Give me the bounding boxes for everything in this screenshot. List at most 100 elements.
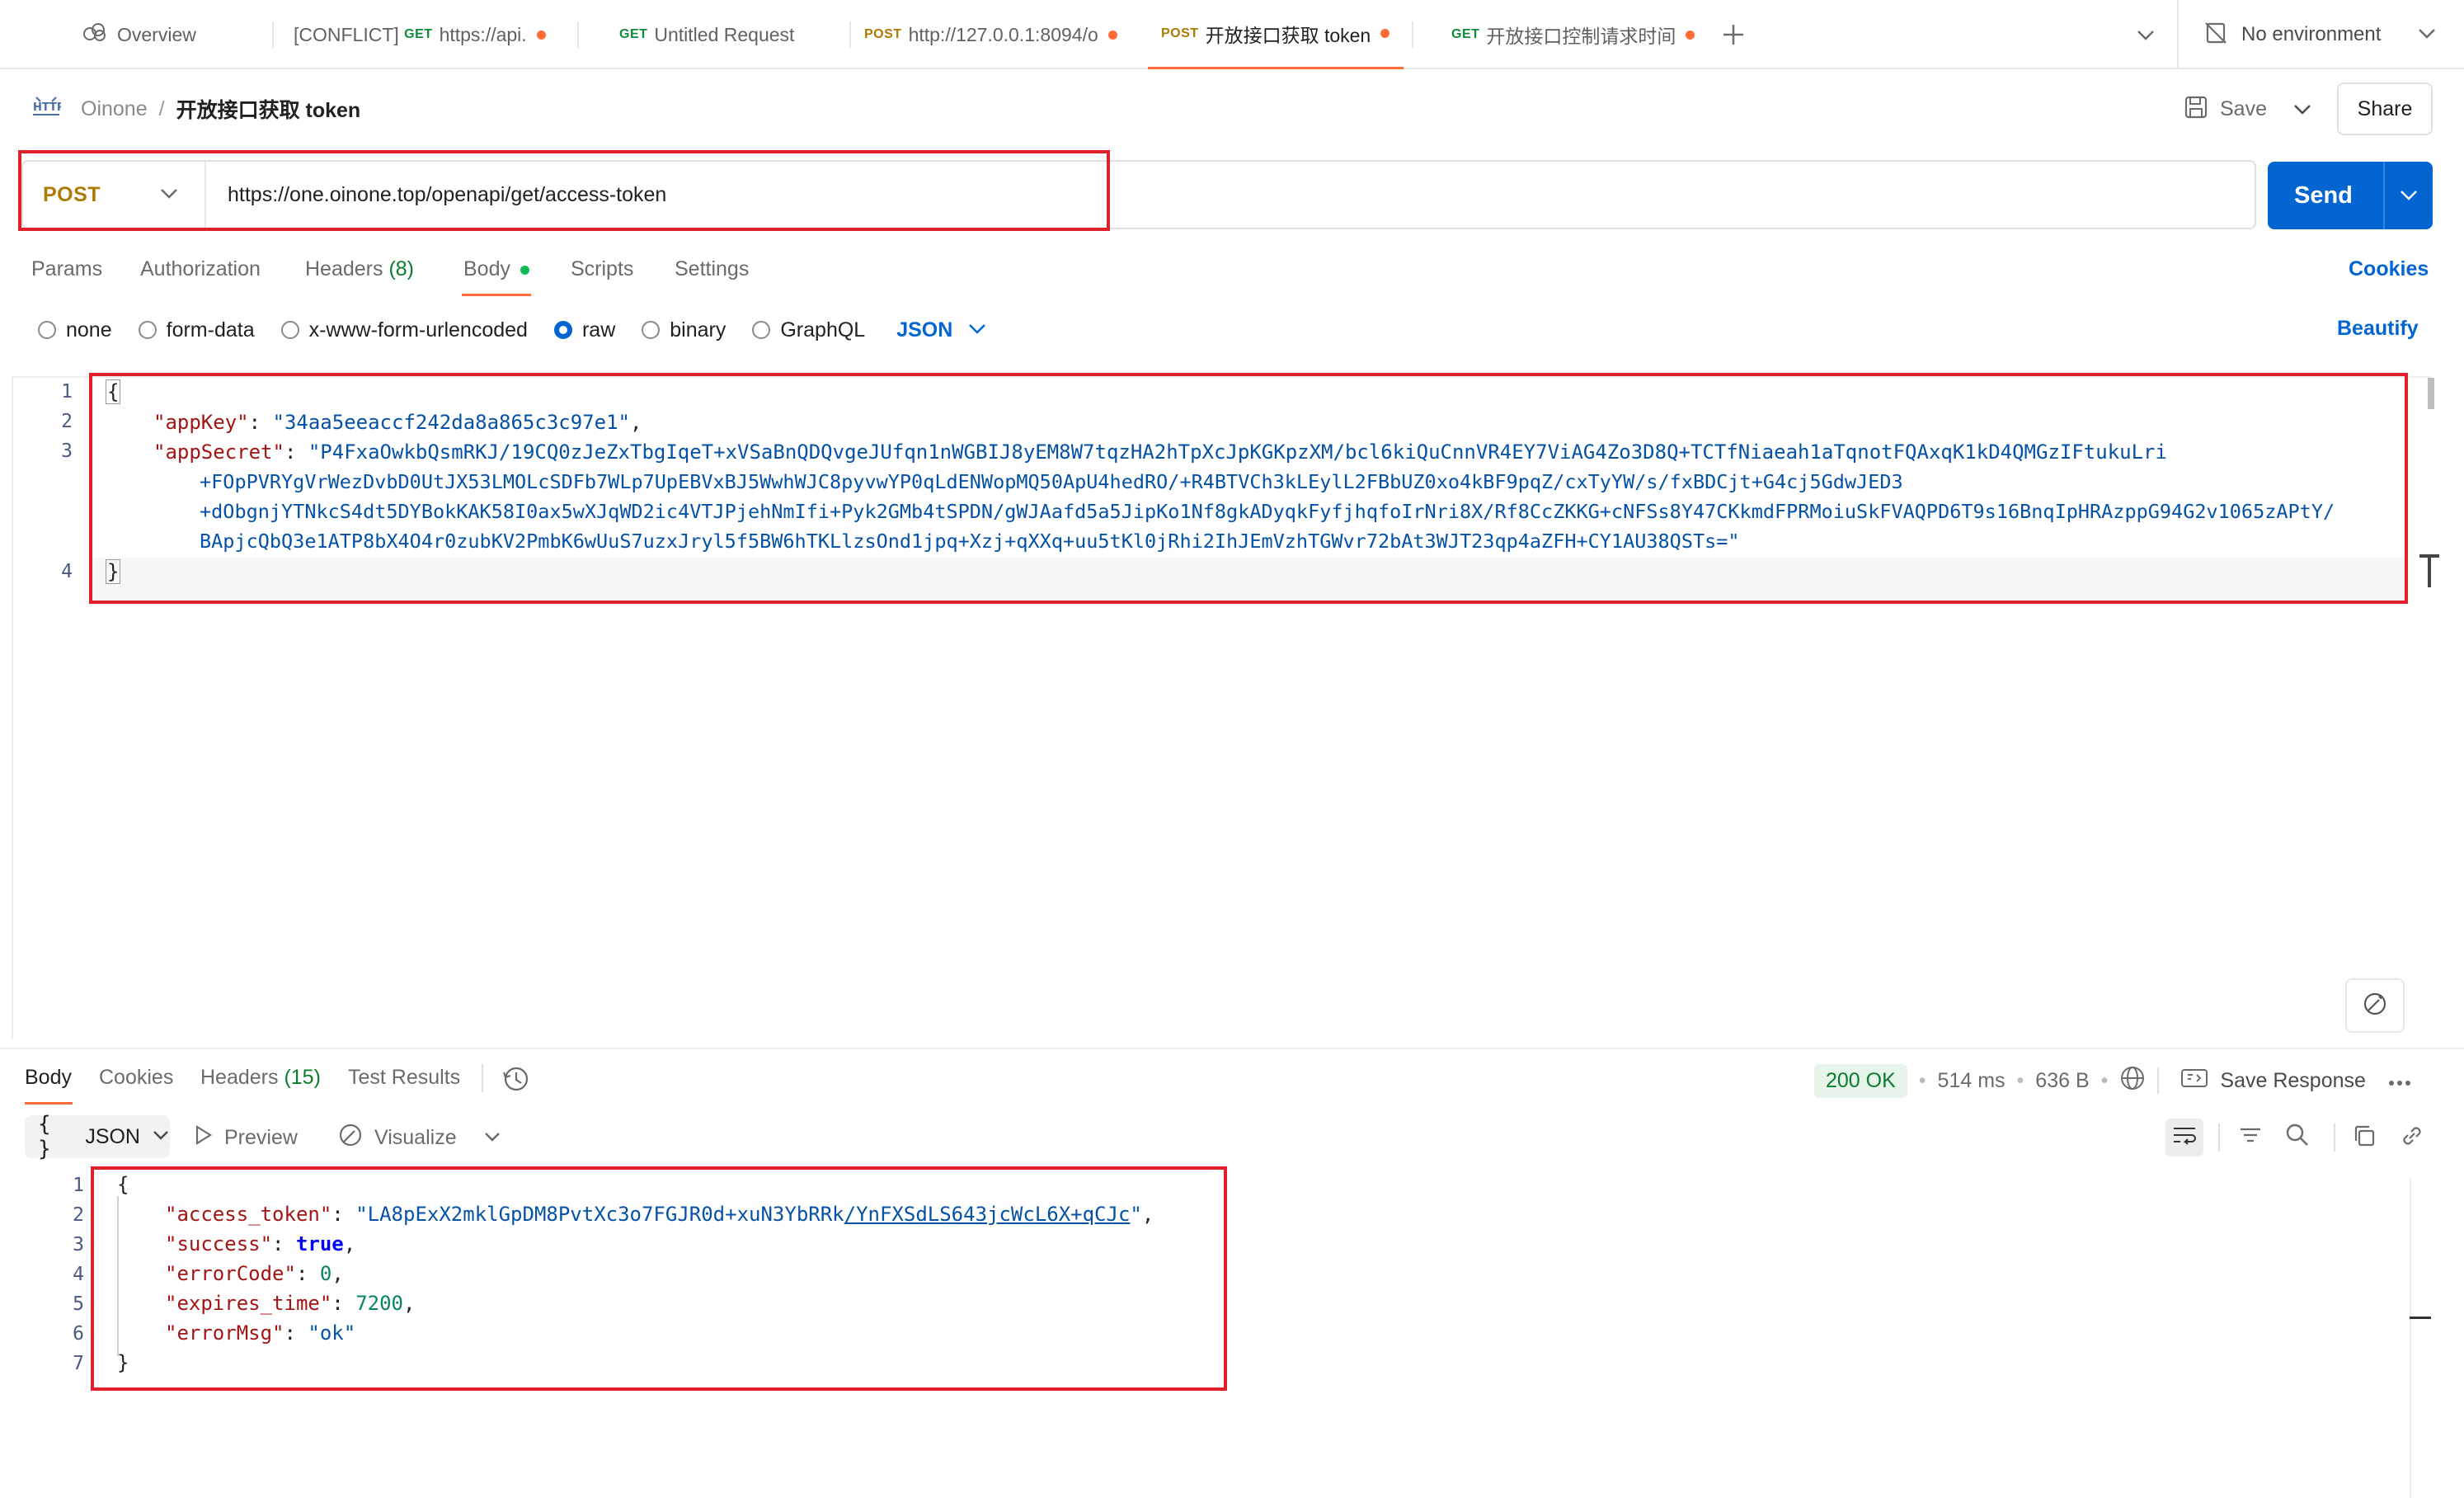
editor-scrollbar[interactable] — [2428, 378, 2434, 409]
tabs-dropdown-chevron-icon[interactable] — [2134, 25, 2157, 45]
save-response-label: Save Response — [2220, 1068, 2366, 1092]
new-tab-plus-icon[interactable] — [1720, 21, 1747, 48]
json-line-access-token: "access_token": "LA8pExX2mklGpDM8PvtXc3o… — [165, 1203, 1154, 1226]
preview-button[interactable]: Preview — [195, 1119, 298, 1156]
tab-params[interactable]: Params — [31, 257, 102, 281]
tab-label: 开放接口获取 token — [1205, 24, 1371, 46]
json-string-wrap: BApjcQbQ3e1ATP8bX4O4r0zubKV2PmbK6wUuS7uz… — [200, 530, 1740, 553]
format-label: JSON — [896, 318, 953, 342]
tab-body-label: Body — [463, 257, 510, 280]
tab-scripts[interactable]: Scripts — [571, 257, 633, 281]
send-button[interactable]: Send — [2268, 162, 2433, 229]
body-type-options: none form-data x-www-form-urlencoded raw… — [38, 315, 987, 345]
link-icon[interactable] — [2400, 1124, 2424, 1152]
divider — [482, 1064, 483, 1092]
response-tab-body[interactable]: Body — [25, 1066, 72, 1090]
headers-count: (8) — [388, 257, 415, 280]
response-tab-headers[interactable]: Headers (15) — [200, 1066, 321, 1090]
response-format-dropdown[interactable]: { } JSON — [25, 1112, 170, 1161]
json-line-errormsg: "errorMsg": "ok" — [165, 1321, 356, 1345]
tab-local-request[interactable]: POST http://127.0.0.1:8094/o — [851, 0, 1136, 69]
tab-untitled-request[interactable]: GET Untitled Request — [606, 0, 853, 69]
radio-urlencoded[interactable]: x-www-form-urlencoded — [280, 318, 528, 342]
json-string-link[interactable]: /YnFXSdLS643jcWcL6X+qCJc — [844, 1203, 1131, 1226]
save-options-chevron-icon[interactable] — [2286, 97, 2319, 122]
json-line-success: "success": true, — [165, 1232, 356, 1255]
tab-body[interactable]: Body — [463, 257, 529, 281]
radio-graphql[interactable]: GraphQL — [752, 318, 865, 342]
tab-conflict-request[interactable]: [CONFLICT] GET https://api. — [280, 0, 573, 69]
http-icon: HTTP — [31, 93, 64, 125]
json-string: "ok" — [308, 1321, 356, 1345]
json-key: "success" — [165, 1232, 273, 1255]
radio-label: none — [66, 318, 112, 342]
url-input[interactable]: https://one.oinone.top/openapi/get/acces… — [228, 162, 666, 228]
overview-icon — [82, 23, 107, 46]
chevron-down-icon[interactable] — [483, 1126, 501, 1150]
tab-label: 开放接口控制请求时间 — [1486, 26, 1676, 47]
visualize-button[interactable]: Visualize — [336, 1119, 501, 1156]
breadcrumb-collection[interactable]: Oinone — [81, 97, 148, 121]
method-badge: GET — [1451, 27, 1480, 41]
share-button[interactable]: Share — [2337, 82, 2433, 135]
tab-overview[interactable]: Overview — [69, 0, 259, 69]
json-open-brace: { — [106, 379, 121, 404]
visualize-label: Visualize — [374, 1125, 457, 1149]
line-number: 1 — [61, 381, 73, 403]
radio-none[interactable]: none — [38, 318, 112, 342]
globe-icon[interactable] — [2119, 1065, 2146, 1097]
indent-guide — [117, 1196, 119, 1356]
method-selector[interactable]: POST — [23, 162, 206, 228]
tab-headers[interactable]: Headers (8) — [305, 257, 414, 281]
method-badge: POST — [1161, 26, 1199, 40]
line-number: 3 — [61, 440, 73, 462]
ai-assist-button[interactable] — [2345, 978, 2405, 1033]
response-tab-cookies[interactable]: Cookies — [99, 1066, 173, 1090]
radio-raw[interactable]: raw — [553, 318, 615, 342]
environment-selector[interactable]: No environment — [2203, 0, 2451, 69]
request-name[interactable]: 开放接口获取 token — [176, 94, 361, 124]
breadcrumb: HTTP Oinone / 开放接口获取 token — [31, 89, 360, 129]
save-response-button[interactable]: Save Response — [2180, 1067, 2366, 1095]
json-string-wrap: +FOpPVRYgVrWezDvbD0UtJX53LMOLcSDFb7WLp7U… — [200, 470, 1903, 493]
tab-settings[interactable]: Settings — [675, 257, 749, 281]
json-close-brace: } — [106, 559, 121, 584]
wrap-lines-toggle[interactable] — [2165, 1119, 2203, 1156]
copy-icon[interactable] — [2352, 1124, 2377, 1152]
radio-circle — [642, 321, 661, 339]
chevron-down-icon — [2417, 25, 2437, 45]
unsaved-dot — [536, 30, 546, 40]
beautify-button[interactable]: Beautify — [2337, 317, 2419, 341]
body-format-dropdown[interactable]: JSON — [896, 318, 987, 342]
radio-label: x-www-form-urlencoded — [308, 318, 528, 342]
more-options-icon[interactable] — [2387, 1069, 2412, 1093]
radio-binary[interactable]: binary — [642, 318, 726, 342]
save-button[interactable]: Save — [2184, 89, 2267, 129]
radio-form-data[interactable]: form-data — [138, 318, 255, 342]
method-badge: POST — [864, 27, 902, 41]
tab-open-time-request[interactable]: GET 开放接口控制请求时间 — [1438, 0, 1710, 69]
line-number: 1 — [73, 1175, 84, 1196]
status-badge[interactable]: 200 OK — [1814, 1063, 1907, 1098]
tab-open-token-request[interactable]: POST 开放接口获取 token — [1148, 0, 1404, 69]
json-string: "P4FxaOwkbQsmRKJ/19CQ0zJeZxTbgIqeT+xVSaB… — [308, 440, 2167, 464]
json-string-wrap: +dObgnjYTNkcS4dt5DYBokKAK58I0ax5wXJqWD2i… — [200, 500, 2335, 523]
play-icon — [195, 1124, 213, 1152]
json-line-appsecret: "appSecret": "P4FxaOwkbQsmRKJ/19CQ0zJeZx… — [153, 440, 2167, 464]
response-scrollbar-track[interactable] — [2410, 1178, 2411, 1498]
send-options-chevron-icon[interactable] — [2398, 186, 2419, 209]
radio-circle — [752, 321, 771, 339]
history-icon[interactable] — [501, 1064, 531, 1098]
response-size[interactable]: 636 B — [2035, 1069, 2089, 1093]
response-headers-label: Headers — [200, 1066, 279, 1089]
search-icon[interactable] — [2284, 1122, 2311, 1152]
pane-divider[interactable] — [0, 1048, 2464, 1049]
tab-authorization[interactable]: Authorization — [140, 257, 261, 281]
response-time[interactable]: 514 ms — [1938, 1069, 2006, 1093]
line-number: 2 — [61, 411, 73, 432]
filter-icon[interactable] — [2238, 1124, 2263, 1152]
json-key: "appKey" — [153, 411, 249, 434]
response-tab-test-results[interactable]: Test Results — [348, 1066, 460, 1090]
chevron-down-icon — [967, 320, 987, 341]
cookies-link[interactable]: Cookies — [2349, 257, 2429, 281]
